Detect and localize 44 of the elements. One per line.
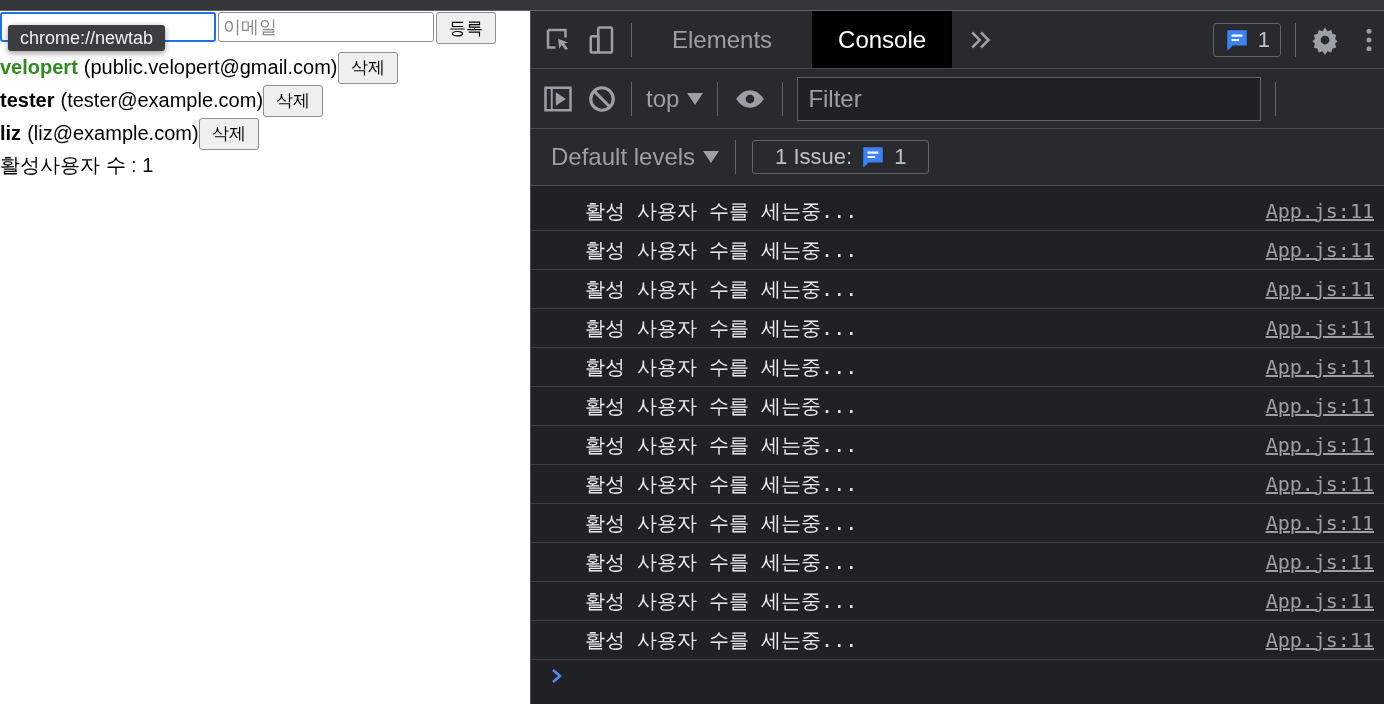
source-link[interactable]: App.js:11 bbox=[1265, 472, 1374, 496]
username: velopert bbox=[0, 56, 78, 79]
console-message: 활성 사용자 수를 세는중... bbox=[585, 275, 858, 303]
console-message: 활성 사용자 수를 세는중... bbox=[585, 353, 858, 381]
console-message: 활성 사용자 수를 세는중... bbox=[585, 197, 858, 225]
source-link[interactable]: App.js:11 bbox=[1265, 277, 1374, 301]
register-button[interactable]: 등록 bbox=[436, 12, 496, 44]
console-message: 활성 사용자 수를 세는중... bbox=[585, 236, 858, 264]
devtools-tab[interactable]: Console bbox=[812, 11, 953, 68]
user-email: (tester@example.com) bbox=[60, 89, 264, 112]
console-message: 활성 사용자 수를 세는중... bbox=[585, 626, 858, 654]
delete-button[interactable]: 삭제 bbox=[263, 84, 324, 117]
email-field[interactable]: 이메일 bbox=[218, 12, 434, 42]
active-user-count: 활성사용자 수 : 1 bbox=[0, 152, 155, 178]
console-message: 활성 사용자 수를 세는중... bbox=[585, 548, 858, 576]
console-message: 활성 사용자 수를 세는중... bbox=[585, 431, 858, 459]
issues-badge[interactable]: 1 bbox=[1212, 22, 1281, 57]
user-email: (liz@example.com) bbox=[27, 122, 199, 145]
console-message: 활성 사용자 수를 세는중... bbox=[585, 314, 858, 342]
tooltip: chrome://newtab bbox=[8, 25, 166, 51]
delete-button[interactable]: 삭제 bbox=[198, 117, 259, 150]
source-link[interactable]: App.js:11 bbox=[1265, 199, 1374, 223]
source-link[interactable]: App.js:11 bbox=[1265, 433, 1374, 457]
source-link[interactable]: App.js:11 bbox=[1265, 511, 1374, 535]
user-email: (public.velopert@gmail.com) bbox=[83, 56, 338, 79]
console-message: 활성 사용자 수를 세는중... bbox=[585, 587, 858, 615]
console-message: 활성 사용자 수를 세는중... bbox=[585, 470, 858, 498]
console-message: 활성 사용자 수를 세는중... bbox=[585, 509, 858, 537]
context-selector[interactable]: top bbox=[646, 84, 704, 113]
console-message: 활성 사용자 수를 세는중... bbox=[585, 392, 858, 420]
source-link[interactable]: App.js:11 bbox=[1265, 589, 1374, 613]
username: tester bbox=[0, 89, 55, 112]
source-link[interactable]: App.js:11 bbox=[1265, 316, 1374, 340]
delete-button[interactable]: 삭제 bbox=[337, 51, 398, 84]
source-link[interactable]: App.js:11 bbox=[1265, 394, 1374, 418]
source-link[interactable]: App.js:11 bbox=[1265, 628, 1374, 652]
source-link[interactable]: App.js:11 bbox=[1265, 550, 1374, 574]
username: liz bbox=[0, 122, 22, 145]
filter-field[interactable]: Filter bbox=[797, 76, 1262, 121]
log-levels-dropdown[interactable]: Default levels bbox=[551, 143, 720, 171]
source-link[interactable]: App.js:11 bbox=[1265, 238, 1374, 262]
devtools-tab[interactable]: Elements bbox=[646, 11, 799, 68]
source-link[interactable]: App.js:11 bbox=[1265, 355, 1374, 379]
issues-button[interactable]: 1 Issue: 1 bbox=[752, 140, 930, 174]
